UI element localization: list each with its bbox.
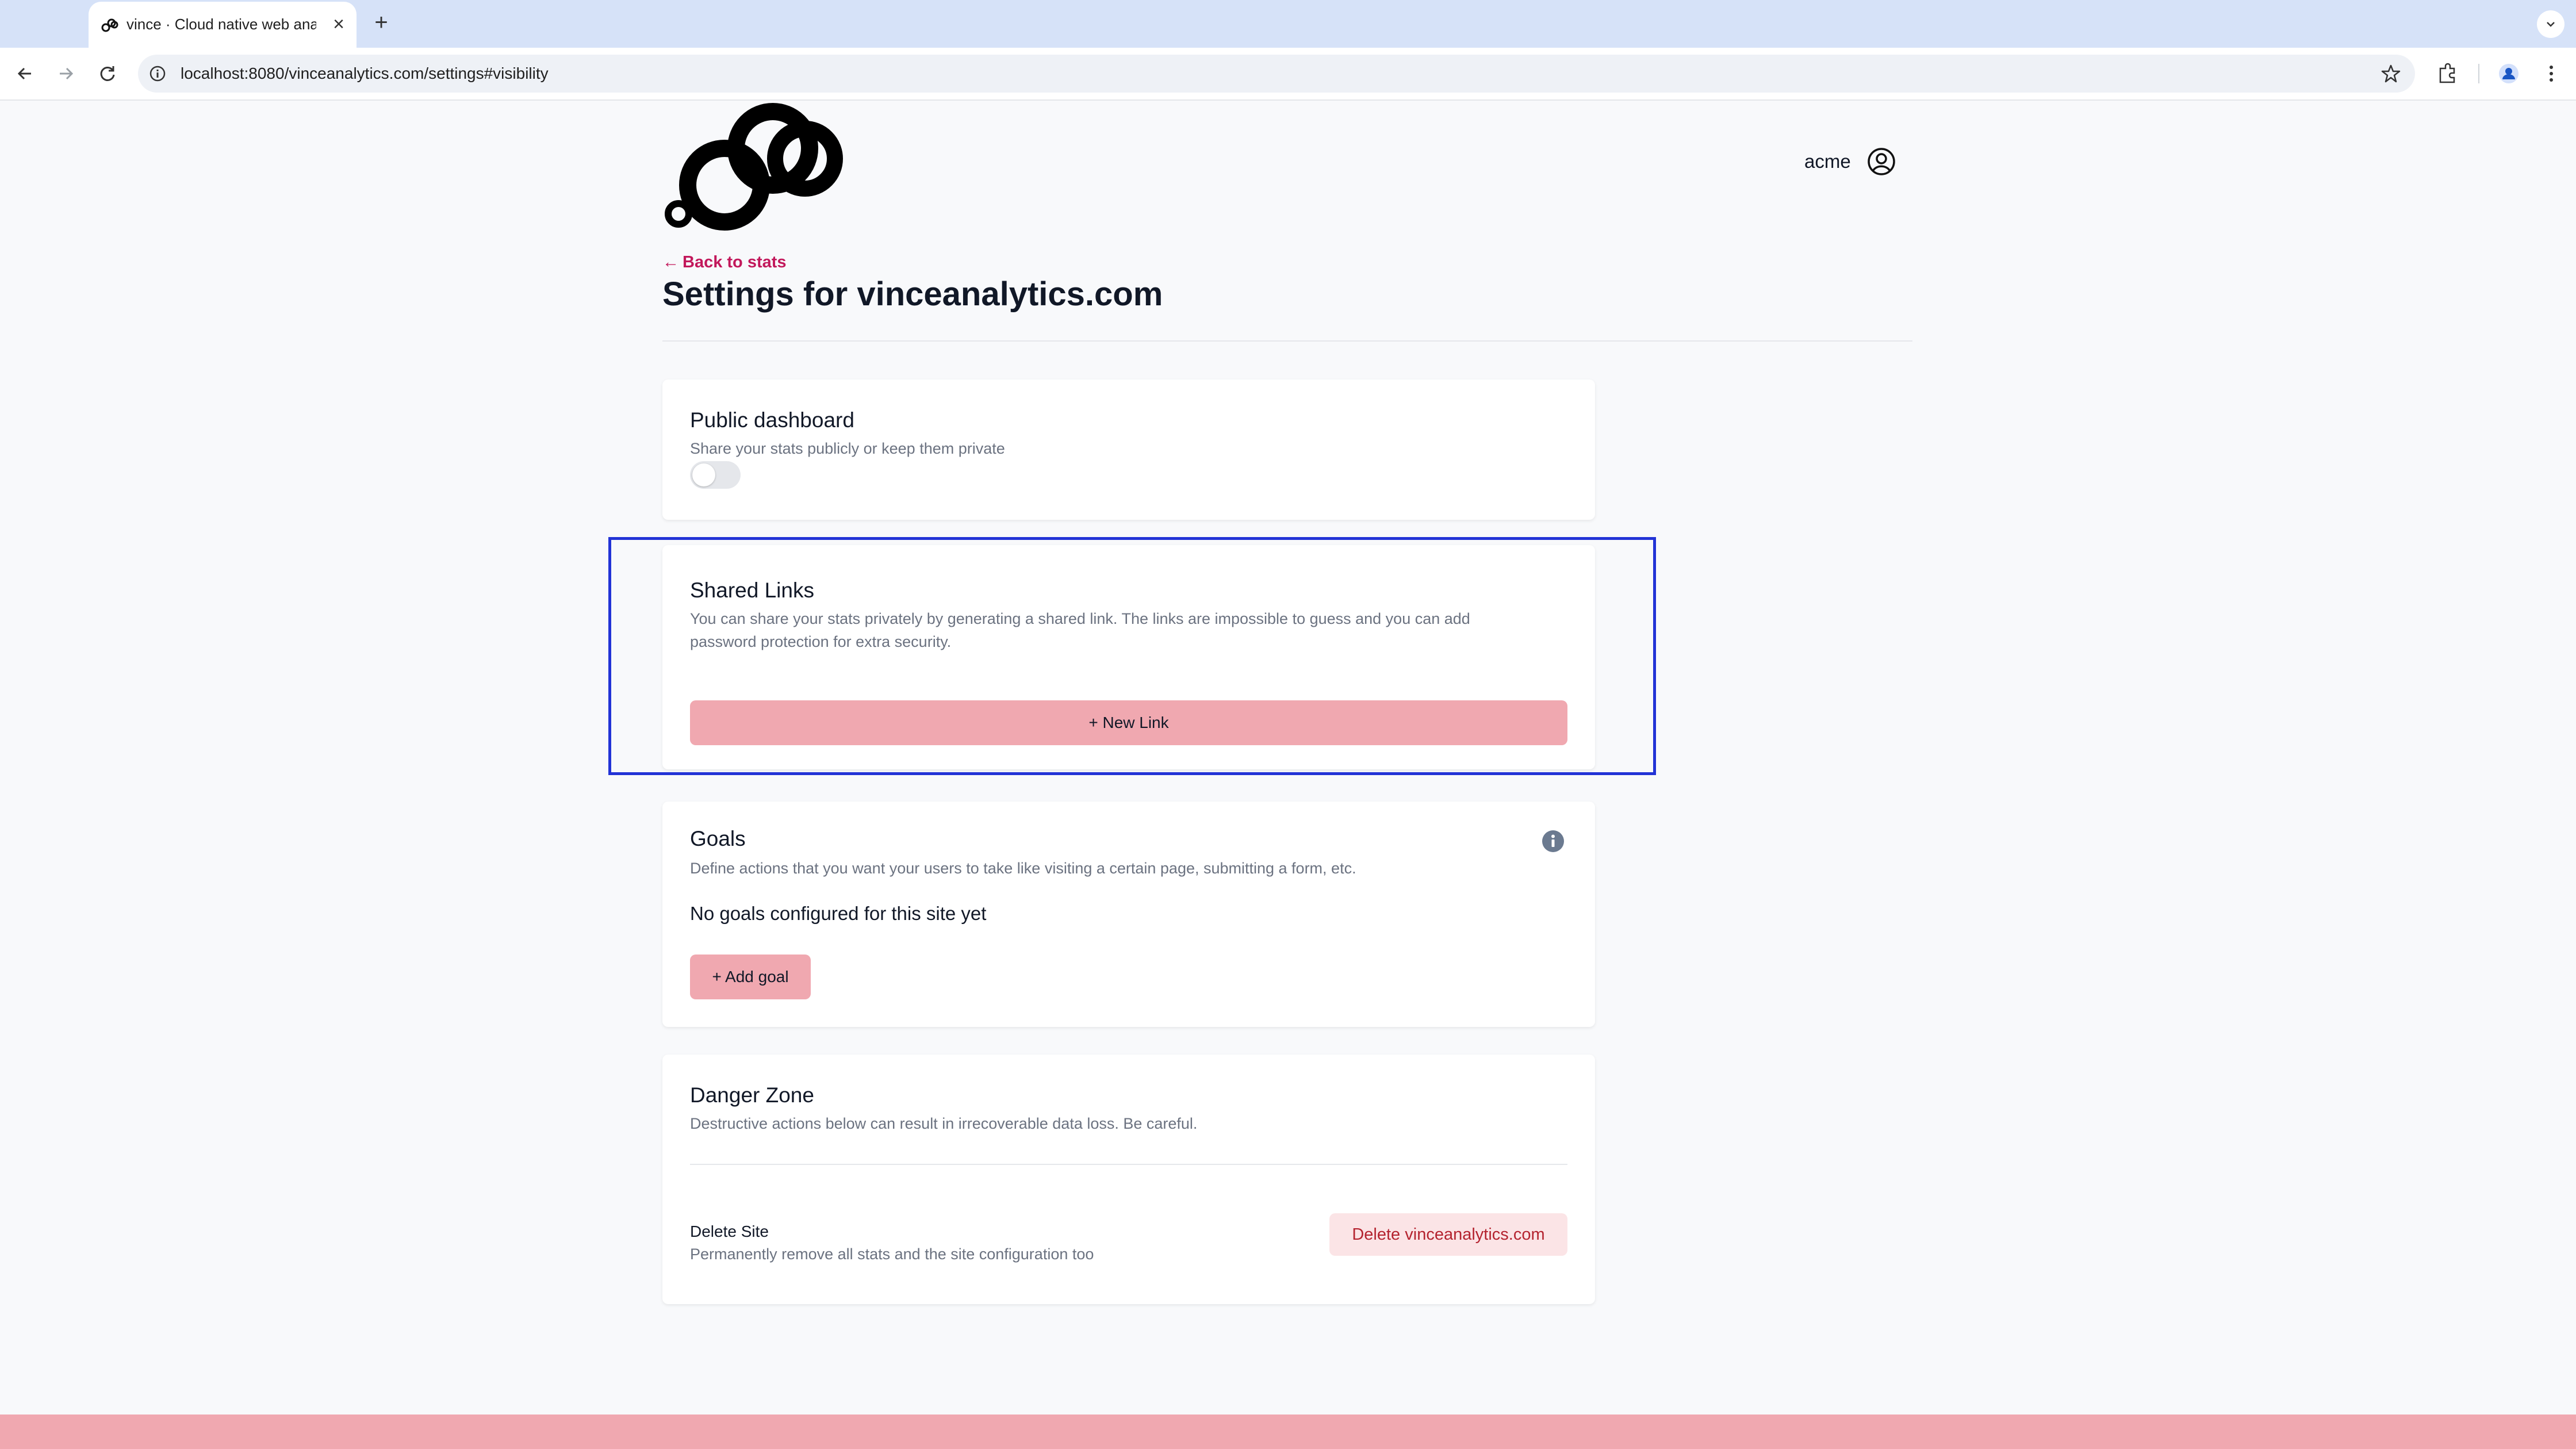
tab-title: vince · Cloud native web anal bbox=[126, 16, 316, 33]
arrow-right-icon[interactable] bbox=[53, 60, 79, 87]
public-dashboard-description: Share your stats publicly or keep them p… bbox=[690, 440, 1005, 457]
account-menu[interactable]: acme bbox=[1804, 145, 1897, 178]
url-text[interactable]: localhost:8080/vinceanalytics.com/settin… bbox=[181, 64, 549, 83]
public-dashboard-card: Public dashboard Share your stats public… bbox=[662, 379, 1595, 520]
star-icon[interactable] bbox=[2380, 63, 2401, 84]
user-circle-icon[interactable] bbox=[1866, 146, 1897, 177]
delete-site-label: Delete Site bbox=[690, 1222, 769, 1240]
info-circle-icon[interactable] bbox=[148, 64, 167, 83]
goals-card: Goals Define actions that you want your … bbox=[662, 802, 1595, 1027]
danger-zone-divider bbox=[690, 1164, 1567, 1165]
reload-icon[interactable] bbox=[94, 60, 121, 87]
back-link-label: Back to stats bbox=[683, 253, 787, 271]
vince-logo-icon bbox=[101, 18, 118, 32]
info-icon[interactable] bbox=[1541, 829, 1565, 853]
plus-icon[interactable]: + bbox=[368, 9, 394, 36]
vince-logo[interactable] bbox=[662, 99, 848, 232]
goals-empty-text: No goals configured for this site yet bbox=[690, 903, 987, 924]
account-name[interactable]: acme bbox=[1804, 151, 1851, 172]
kebab-menu-icon[interactable] bbox=[2538, 60, 2564, 87]
add-goal-button[interactable]: + Add goal bbox=[690, 954, 811, 999]
focus-highlight-box bbox=[608, 537, 1656, 775]
address-bar[interactable]: localhost:8080/vinceanalytics.com/settin… bbox=[138, 55, 2415, 93]
goals-title: Goals bbox=[690, 827, 746, 850]
arrow-left-icon[interactable] bbox=[12, 60, 38, 87]
profile-icon[interactable] bbox=[2496, 60, 2522, 87]
delete-site-button[interactable]: Delete vinceanalytics.com bbox=[1329, 1213, 1567, 1256]
toggle-knob bbox=[692, 463, 715, 486]
arrow-left-icon: ← bbox=[662, 253, 679, 271]
danger-zone-card: Danger Zone Destructive actions below ca… bbox=[662, 1055, 1595, 1304]
danger-zone-title: Danger Zone bbox=[690, 1083, 814, 1107]
title-divider bbox=[662, 340, 1912, 342]
browser-tabstrip: vince · Cloud native web anal × + bbox=[0, 0, 2576, 48]
puzzle-icon[interactable] bbox=[2435, 60, 2461, 87]
goals-description: Define actions that you want your users … bbox=[690, 860, 1356, 877]
close-icon[interactable]: × bbox=[325, 11, 352, 37]
browser-tab-active[interactable]: vince · Cloud native web anal × bbox=[89, 2, 356, 48]
page-title: Settings for vinceanalytics.com bbox=[662, 275, 1163, 313]
chevron-down-icon[interactable] bbox=[2537, 10, 2564, 38]
public-dashboard-title: Public dashboard bbox=[690, 408, 854, 432]
public-dashboard-toggle[interactable] bbox=[690, 461, 741, 489]
danger-zone-description: Destructive actions below can result in … bbox=[690, 1115, 1198, 1132]
toolbar-divider bbox=[2478, 64, 2479, 83]
back-to-stats-link[interactable]: ← Back to stats bbox=[662, 253, 787, 272]
delete-site-description: Permanently remove all stats and the sit… bbox=[690, 1245, 1094, 1263]
footer-band bbox=[0, 1414, 2576, 1449]
browser-toolbar: localhost:8080/vinceanalytics.com/settin… bbox=[0, 48, 2576, 101]
